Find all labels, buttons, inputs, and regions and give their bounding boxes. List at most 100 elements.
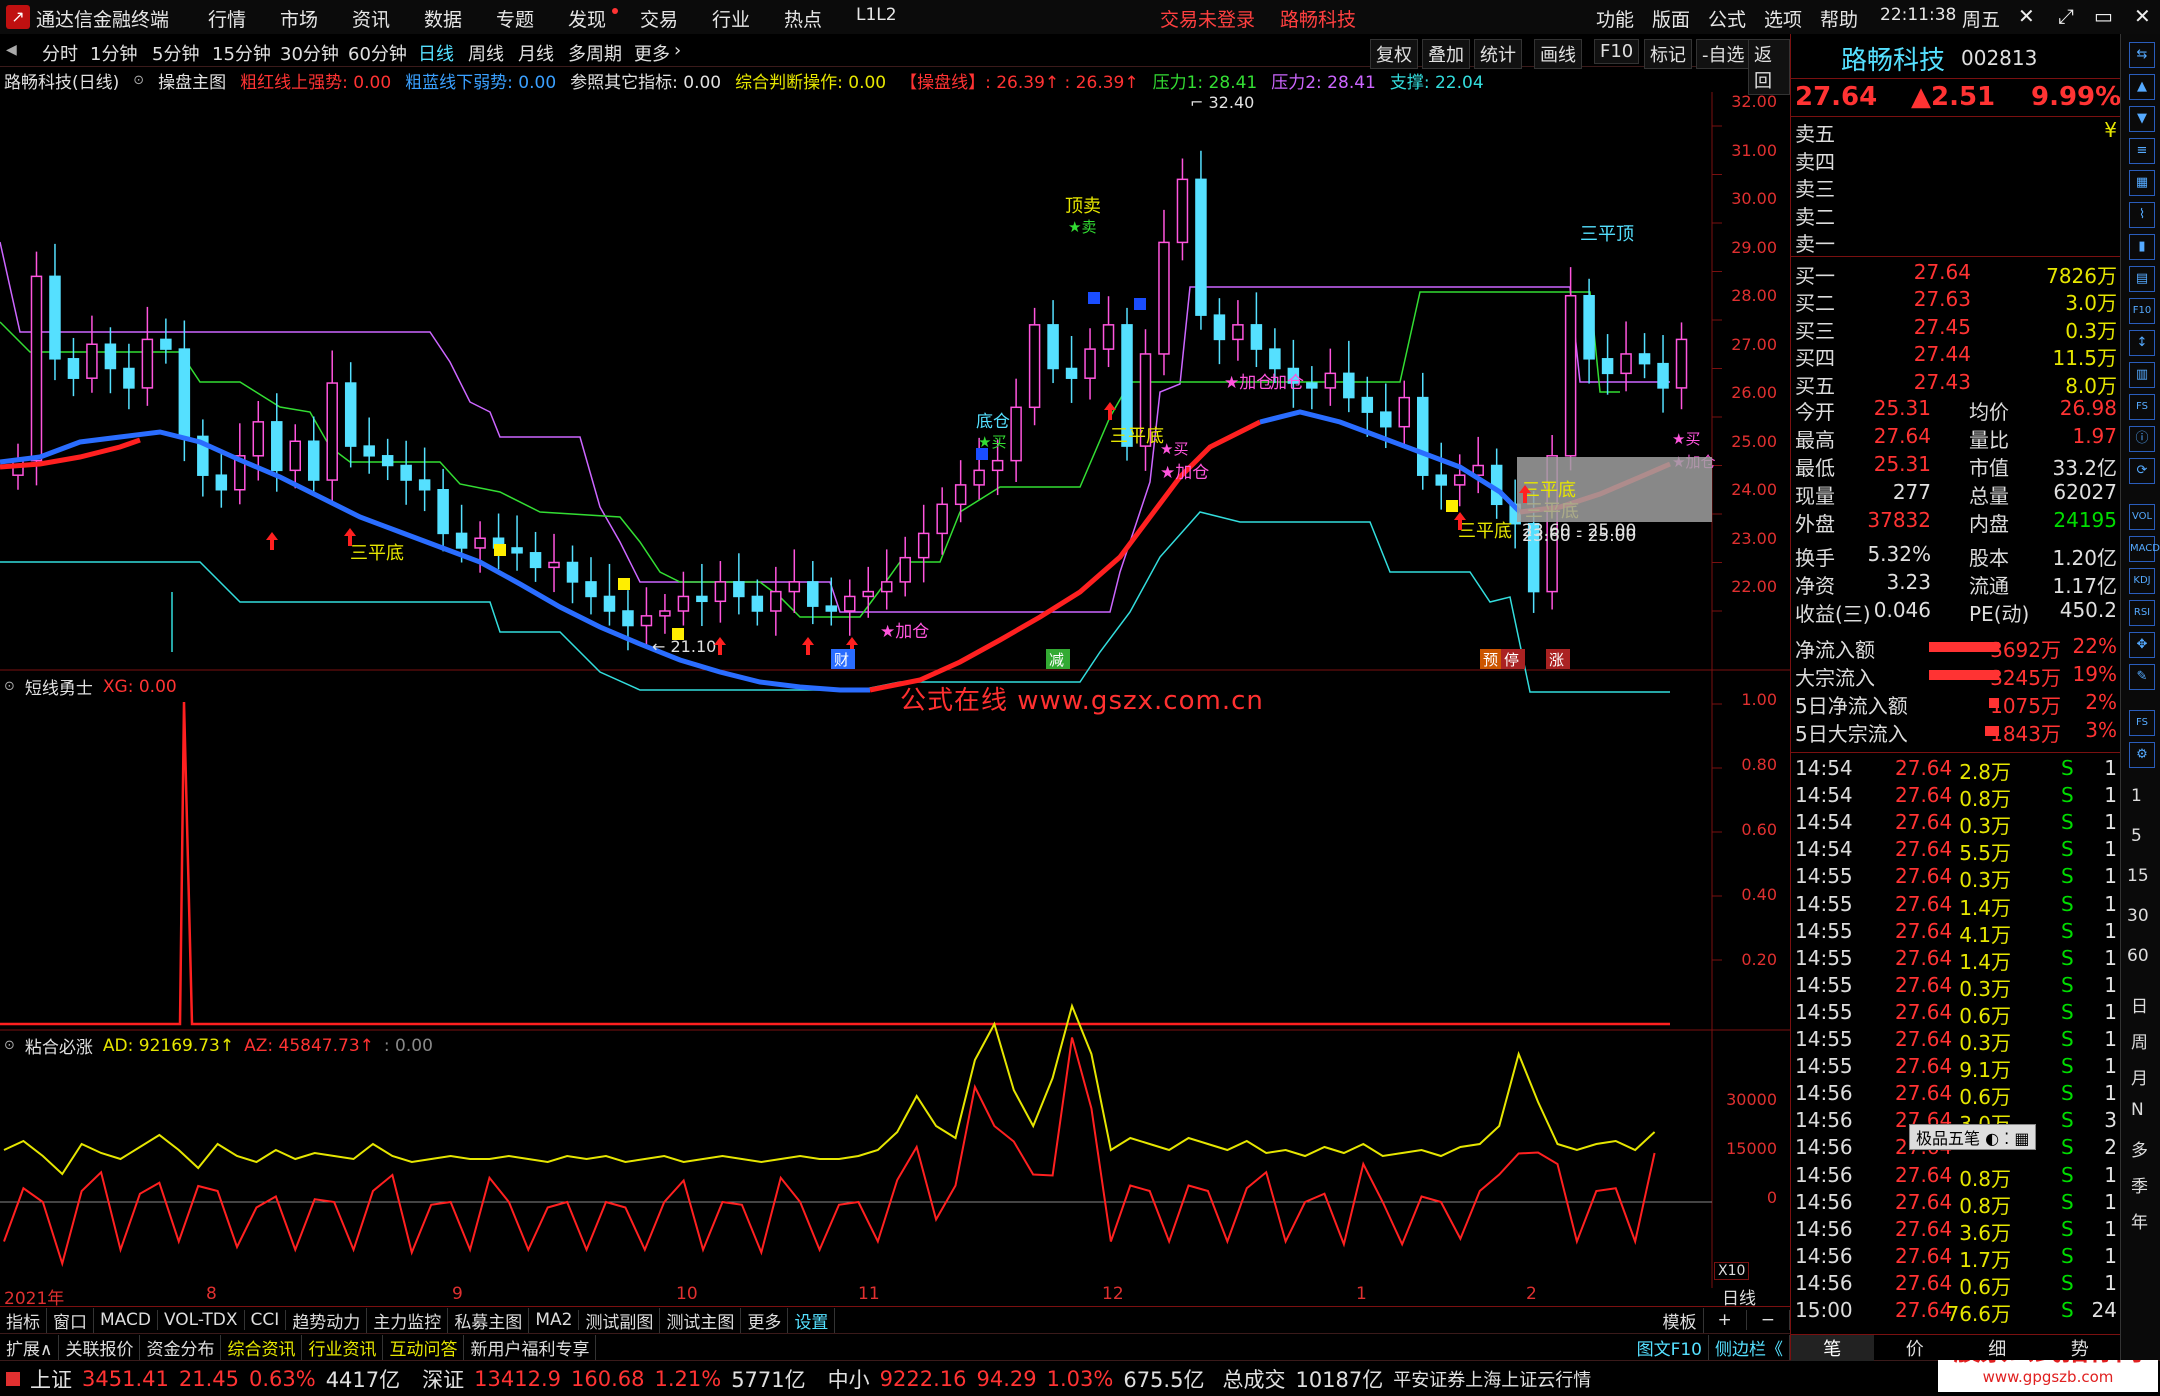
menu-industry[interactable]: 行业	[712, 5, 750, 32]
period-year[interactable]: 年	[2131, 1208, 2148, 1233]
close-small-icon[interactable]: ✕	[2018, 4, 2035, 28]
panel2-title[interactable]: 短线勇士	[25, 674, 93, 699]
menu-layout[interactable]: 版面	[1652, 5, 1690, 32]
period-multi[interactable]: 多	[2131, 1136, 2148, 1161]
tab-timeshare[interactable]: 分时	[42, 40, 78, 66]
tab-ma2[interactable]: MA2	[529, 1310, 580, 1330]
period-60[interactable]: 60	[2127, 946, 2149, 966]
panel3-toggle-icon[interactable]: ⊙	[4, 1038, 15, 1053]
menu-topic[interactable]: 专题	[496, 5, 534, 32]
table-icon[interactable]: ▦	[2129, 170, 2155, 196]
mark-button[interactable]: 标记	[1644, 39, 1692, 69]
fs2-icon[interactable]: FS	[2129, 710, 2155, 736]
f10-tab[interactable]: 图文F10	[1631, 1334, 1709, 1360]
tab-settings[interactable]: 设置	[788, 1307, 836, 1333]
kline-icon[interactable]: ▮	[2129, 234, 2155, 260]
orderbook-row[interactable]: 卖五 ¥	[1791, 118, 2121, 146]
tab-trend[interactable]: 势	[2039, 1335, 2122, 1361]
tab-60min[interactable]: 60分钟	[348, 40, 407, 66]
settings-icon[interactable]: ⚙	[2129, 742, 2155, 768]
legend-toggle-icon[interactable]: ⊙	[133, 73, 144, 88]
tab-cci[interactable]: CCI	[245, 1310, 287, 1330]
orderbook-row[interactable]: 卖四	[1791, 146, 2121, 174]
f10-button[interactable]: F10	[1594, 39, 1640, 64]
tab-1min[interactable]: 1分钟	[90, 40, 137, 66]
tab-price[interactable]: 价	[1874, 1335, 1957, 1361]
period-week[interactable]: 周	[2131, 1028, 2148, 1053]
period-quarter[interactable]: 季	[2131, 1172, 2148, 1197]
back-button[interactable]: 返回	[1748, 39, 1790, 95]
close-icon[interactable]: ✕	[2134, 4, 2151, 28]
pen-icon[interactable]: ✎	[2129, 664, 2155, 690]
menu-l1l2[interactable]: L1L2	[856, 5, 897, 25]
menu-trade[interactable]: 交易	[640, 5, 678, 32]
tab-30min[interactable]: 30分钟	[280, 40, 339, 66]
legend-formula[interactable]: 操盘主图	[158, 68, 226, 93]
orderbook-row[interactable]: 买三 27.45 0.3万	[1791, 315, 2121, 343]
down-icon[interactable]: ▼	[2129, 106, 2155, 132]
general-news-tab[interactable]: 综合资讯	[221, 1334, 303, 1360]
chart-canvas[interactable]: 三平底顶卖★卖底仓★买三平底★买★加仓★加仓加仓三平顶★买★加仓三平底三平底23…	[0, 92, 1790, 1288]
zx-name[interactable]: 中小	[828, 1364, 870, 1394]
remove-button[interactable]: −	[1747, 1310, 1790, 1330]
menu-data[interactable]: 数据	[424, 5, 462, 32]
draw-button[interactable]: 画线	[1534, 39, 1582, 69]
tick-list[interactable]: 14:54 27.64 2.8万 S 1 14:54 27.64 0.8万 S 1 14:54 27.…	[1791, 752, 2121, 1352]
fs-icon[interactable]: FS	[2129, 394, 2155, 420]
period-30[interactable]: 30	[2127, 906, 2149, 926]
tab-window[interactable]: 窗口	[47, 1307, 94, 1333]
tab-daily[interactable]: 日线	[418, 40, 454, 66]
tab-private[interactable]: 私募主图	[448, 1307, 530, 1333]
add-button[interactable]: +	[1704, 1310, 1747, 1330]
tab-15min[interactable]: 15分钟	[212, 40, 271, 66]
menu-market[interactable]: 市场	[280, 5, 318, 32]
qa-tab[interactable]: 互动问答	[383, 1334, 465, 1360]
grid-icon[interactable]: ▤	[2129, 266, 2155, 292]
tab-more[interactable]: 更多	[634, 40, 670, 66]
login-status[interactable]: 交易未登录	[1160, 5, 1255, 32]
expand-tab[interactable]: 扩展∧	[0, 1334, 60, 1360]
tab-macd[interactable]: MACD	[94, 1310, 158, 1330]
orderbook-row[interactable]: 卖二	[1791, 201, 2121, 229]
macd-icon[interactable]: MACD	[2129, 536, 2160, 562]
tab-weekly[interactable]: 周线	[468, 40, 504, 66]
orderbook-row[interactable]: 卖三	[1791, 173, 2121, 201]
tab-more[interactable]: 更多	[741, 1307, 789, 1333]
template-button[interactable]: 模板	[1657, 1307, 1704, 1333]
bars-icon[interactable]: ▥	[2129, 362, 2155, 388]
tab-vol[interactable]: VOL-TDX	[158, 1310, 245, 1330]
tab-multi-period[interactable]: 多周期	[568, 40, 622, 66]
sidebar-tab[interactable]: 侧边栏《	[1709, 1334, 1790, 1360]
orderbook-row[interactable]: 买一 27.64 7826万	[1791, 260, 2121, 288]
menu-discover[interactable]: 发现	[568, 5, 606, 32]
menu-function[interactable]: 功能	[1596, 5, 1634, 32]
up-icon[interactable]: ▲	[2129, 74, 2155, 100]
sh-name[interactable]: 上证	[30, 1364, 72, 1394]
period-n[interactable]: N	[2131, 1100, 2144, 1120]
stats-button[interactable]: 统计	[1474, 39, 1522, 69]
info-icon[interactable]: ⓘ	[2129, 426, 2155, 452]
tab-5min[interactable]: 5分钟	[152, 40, 199, 66]
collapse-icon[interactable]: ◀	[6, 42, 17, 58]
sort-icon[interactable]: ↕	[2129, 330, 2155, 356]
tab-monitor[interactable]: 主力监控	[367, 1307, 449, 1333]
switch-icon[interactable]: ⇆	[2129, 42, 2155, 68]
period-1[interactable]: 1	[2131, 786, 2142, 806]
tab-trend[interactable]: 趋势动力	[286, 1307, 368, 1333]
period-month[interactable]: 月	[2131, 1064, 2148, 1089]
tab-indicator[interactable]: 指标	[0, 1307, 47, 1333]
new-user-tab[interactable]: 新用户福利专享	[464, 1334, 597, 1360]
menu-options[interactable]: 选项	[1764, 5, 1802, 32]
adjust-button[interactable]: 复权	[1370, 39, 1418, 69]
period-day[interactable]: 日	[2131, 992, 2148, 1017]
data-source[interactable]: 平安证券上海上证云行情	[1393, 1366, 1591, 1392]
menu-help[interactable]: 帮助	[1820, 5, 1858, 32]
restore-icon[interactable]: ⤢	[2058, 4, 2074, 28]
period-5[interactable]: 5	[2131, 826, 2142, 846]
orderbook-row[interactable]: 买四 27.44 11.5万	[1791, 342, 2121, 370]
tab-test-sub[interactable]: 测试副图	[579, 1307, 661, 1333]
orderbook-row[interactable]: 买五 27.43 8.0万	[1791, 370, 2121, 398]
menu-hot[interactable]: 热点	[784, 5, 822, 32]
move-icon[interactable]: ✥	[2129, 632, 2155, 658]
panel2-toggle-icon[interactable]: ⊙	[4, 679, 15, 694]
